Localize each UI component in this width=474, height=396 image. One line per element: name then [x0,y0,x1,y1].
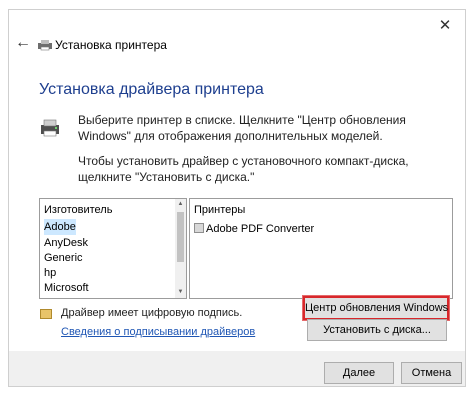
printers-list[interactable]: Принтеры Adobe PDF Converter [189,198,453,299]
page-heading: Установка драйвера принтера [39,81,264,98]
add-printer-wizard-window: ✕ ← Установка принтера Установка драйвер… [8,9,466,387]
description-select-printer: Выберите принтер в списке. Щелкните "Цен… [78,113,406,143]
have-disk-button[interactable]: Установить с диска... [307,319,447,341]
back-arrow-icon[interactable]: ← [15,35,31,51]
list-item[interactable]: Adobe PDF Converter [206,221,314,237]
signature-status: Драйвер имеет цифровую подпись. [61,307,243,319]
scroll-down-icon[interactable]: ▼ [175,287,186,298]
close-icon[interactable]: ✕ [437,18,453,34]
list-item[interactable]: hp [44,265,56,281]
cancel-button[interactable]: Отмена [401,362,462,384]
list-item[interactable]: Microsoft [44,280,89,296]
scroll-up-icon[interactable]: ▲ [175,199,186,210]
printer-model-icon [194,223,204,233]
list-item[interactable]: AnyDesk [44,235,88,251]
printers-list-header: Принтеры [194,204,246,216]
printer-small-icon [38,40,52,51]
manufacturer-scrollbar[interactable]: ▲ ▼ [175,199,186,298]
footer-bar [9,351,465,386]
signed-driver-icon [40,309,52,319]
list-item[interactable]: Generic [44,250,83,266]
manufacturer-list-header: Изготовитель [44,204,113,216]
list-item[interactable]: Adobe [44,219,76,235]
scroll-thumb[interactable] [177,212,184,262]
windows-update-button[interactable]: Центр обновления Windows [303,296,449,320]
driver-signing-link[interactable]: Сведения о подписывании драйверов [61,326,255,338]
next-button[interactable]: Далее [324,362,394,384]
description-have-disk: Чтобы установить драйвер с установочного… [78,154,409,184]
printer-icon [41,119,59,137]
manufacturer-list[interactable]: Изготовитель Adobe AnyDesk Generic hp Mi… [39,198,187,299]
window-title: Установка принтера [55,38,167,52]
